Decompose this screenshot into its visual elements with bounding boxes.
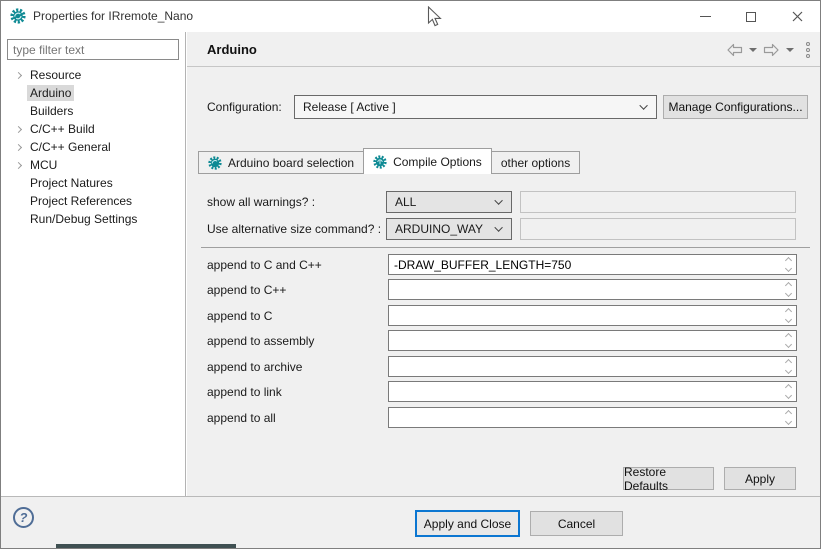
append-archive-input[interactable] [389, 357, 782, 376]
view-menu-icon[interactable] [806, 42, 810, 58]
tree-item-builders[interactable]: Builders [1, 102, 185, 120]
page-actions: Restore Defaults Apply [187, 467, 820, 490]
apply-button[interactable]: Apply [724, 467, 796, 490]
append-c-row: append to C [187, 305, 820, 326]
append-cpp-input[interactable] [389, 280, 782, 299]
configuration-select[interactable]: Release [ Active ] [294, 95, 657, 119]
scroll-arrows-icon[interactable] [782, 255, 795, 274]
help-icon[interactable]: ? [13, 507, 34, 528]
tree-item-mcu[interactable]: MCU [1, 156, 185, 174]
chevron-down-icon [494, 196, 502, 204]
append-c-and-cpp-row: append to C and C++ [187, 254, 820, 275]
warnings-extra-field [520, 191, 796, 213]
warnings-label: show all warnings? : [207, 195, 315, 209]
append-all-row: append to all [187, 407, 820, 428]
expand-chevron-icon[interactable] [9, 145, 27, 150]
apply-and-close-button[interactable]: Apply and Close [415, 510, 520, 537]
back-dropdown-icon[interactable] [749, 48, 757, 52]
tab-bar: Arduino board selection Compile Options … [198, 148, 580, 174]
mouse-cursor [427, 6, 442, 28]
forward-dropdown-icon[interactable] [786, 48, 794, 52]
tree-item-resource[interactable]: Resource [1, 66, 185, 84]
close-button[interactable] [774, 1, 820, 32]
size-command-label: Use alternative size command? : [207, 222, 381, 236]
maximize-button[interactable] [728, 1, 774, 32]
manage-configurations-button[interactable]: Manage Configurations... [663, 95, 808, 119]
cancel-button[interactable]: Cancel [530, 511, 623, 536]
minimize-button[interactable] [682, 1, 728, 32]
append-assembly-input[interactable] [389, 331, 782, 350]
scroll-arrows-icon[interactable] [782, 382, 795, 401]
tab-other-options[interactable]: other options [492, 151, 580, 174]
titlebar: Properties for IRremote_Nano [1, 1, 820, 32]
section-divider [201, 247, 810, 248]
configuration-label: Configuration: [207, 100, 282, 114]
append-assembly-row: append to assembly [187, 330, 820, 351]
filter-input[interactable] [7, 39, 179, 60]
configuration-row: Configuration: Release [ Active ] Manage… [187, 95, 820, 119]
page-title: Arduino [207, 42, 257, 57]
size-command-extra-field [520, 218, 796, 240]
append-link-input[interactable] [389, 382, 782, 401]
size-command-select[interactable]: ARDUINO_WAY [386, 218, 512, 240]
tree-item-cpp-general[interactable]: C/C++ General [1, 138, 185, 156]
chevron-down-icon [494, 223, 502, 231]
warnings-row: show all warnings? : ALL [187, 191, 820, 213]
main-panel: Arduino Configuration: [187, 32, 820, 496]
maximize-icon [746, 12, 756, 22]
tree-item-arduino[interactable]: Arduino [1, 84, 185, 102]
append-c-input[interactable] [389, 306, 782, 325]
page-header: Arduino [187, 32, 820, 67]
sidebar: Resource Arduino Builders C/C++ Build C/… [1, 32, 186, 496]
minimize-icon [700, 16, 711, 17]
expand-chevron-icon[interactable] [9, 127, 27, 132]
append-c-and-cpp-input[interactable] [389, 255, 782, 274]
gear-icon [373, 155, 387, 169]
restore-defaults-button[interactable]: Restore Defaults [623, 467, 714, 490]
properties-dialog: Properties for IRremote_Nano Resource [0, 0, 821, 549]
tree-item-project-natures[interactable]: Project Natures [1, 174, 185, 192]
background-window-fragment [56, 544, 236, 548]
scroll-arrows-icon[interactable] [782, 331, 795, 350]
scroll-arrows-icon[interactable] [782, 408, 795, 427]
back-arrow-icon[interactable] [726, 43, 743, 57]
dialog-body: Resource Arduino Builders C/C++ Build C/… [1, 32, 820, 496]
size-command-row: Use alternative size command? : ARDUINO_… [187, 218, 820, 240]
scroll-arrows-icon[interactable] [782, 280, 795, 299]
append-archive-row: append to archive [187, 356, 820, 377]
tree-item-cpp-build[interactable]: C/C++ Build [1, 120, 185, 138]
app-gear-icon [10, 8, 26, 27]
warnings-select[interactable]: ALL [386, 191, 512, 213]
scroll-arrows-icon[interactable] [782, 306, 795, 325]
append-all-input[interactable] [389, 408, 782, 427]
chevron-down-icon [639, 101, 647, 109]
append-cpp-row: append to C++ [187, 279, 820, 300]
window-title: Properties for IRremote_Nano [33, 9, 193, 23]
expand-chevron-icon[interactable] [9, 73, 27, 78]
properties-tree: Resource Arduino Builders C/C++ Build C/… [1, 66, 185, 228]
append-link-row: append to link [187, 381, 820, 402]
gear-icon [208, 156, 222, 170]
tab-arduino-board-selection[interactable]: Arduino board selection [198, 151, 364, 174]
tab-compile-options[interactable]: Compile Options [363, 148, 492, 174]
scroll-arrows-icon[interactable] [782, 357, 795, 376]
dialog-footer: ? Apply and Close Cancel [1, 496, 820, 548]
forward-arrow-icon[interactable] [763, 43, 780, 57]
tree-item-run-debug-settings[interactable]: Run/Debug Settings [1, 210, 185, 228]
tree-item-project-references[interactable]: Project References [1, 192, 185, 210]
expand-chevron-icon[interactable] [9, 163, 27, 168]
close-icon [792, 11, 803, 22]
